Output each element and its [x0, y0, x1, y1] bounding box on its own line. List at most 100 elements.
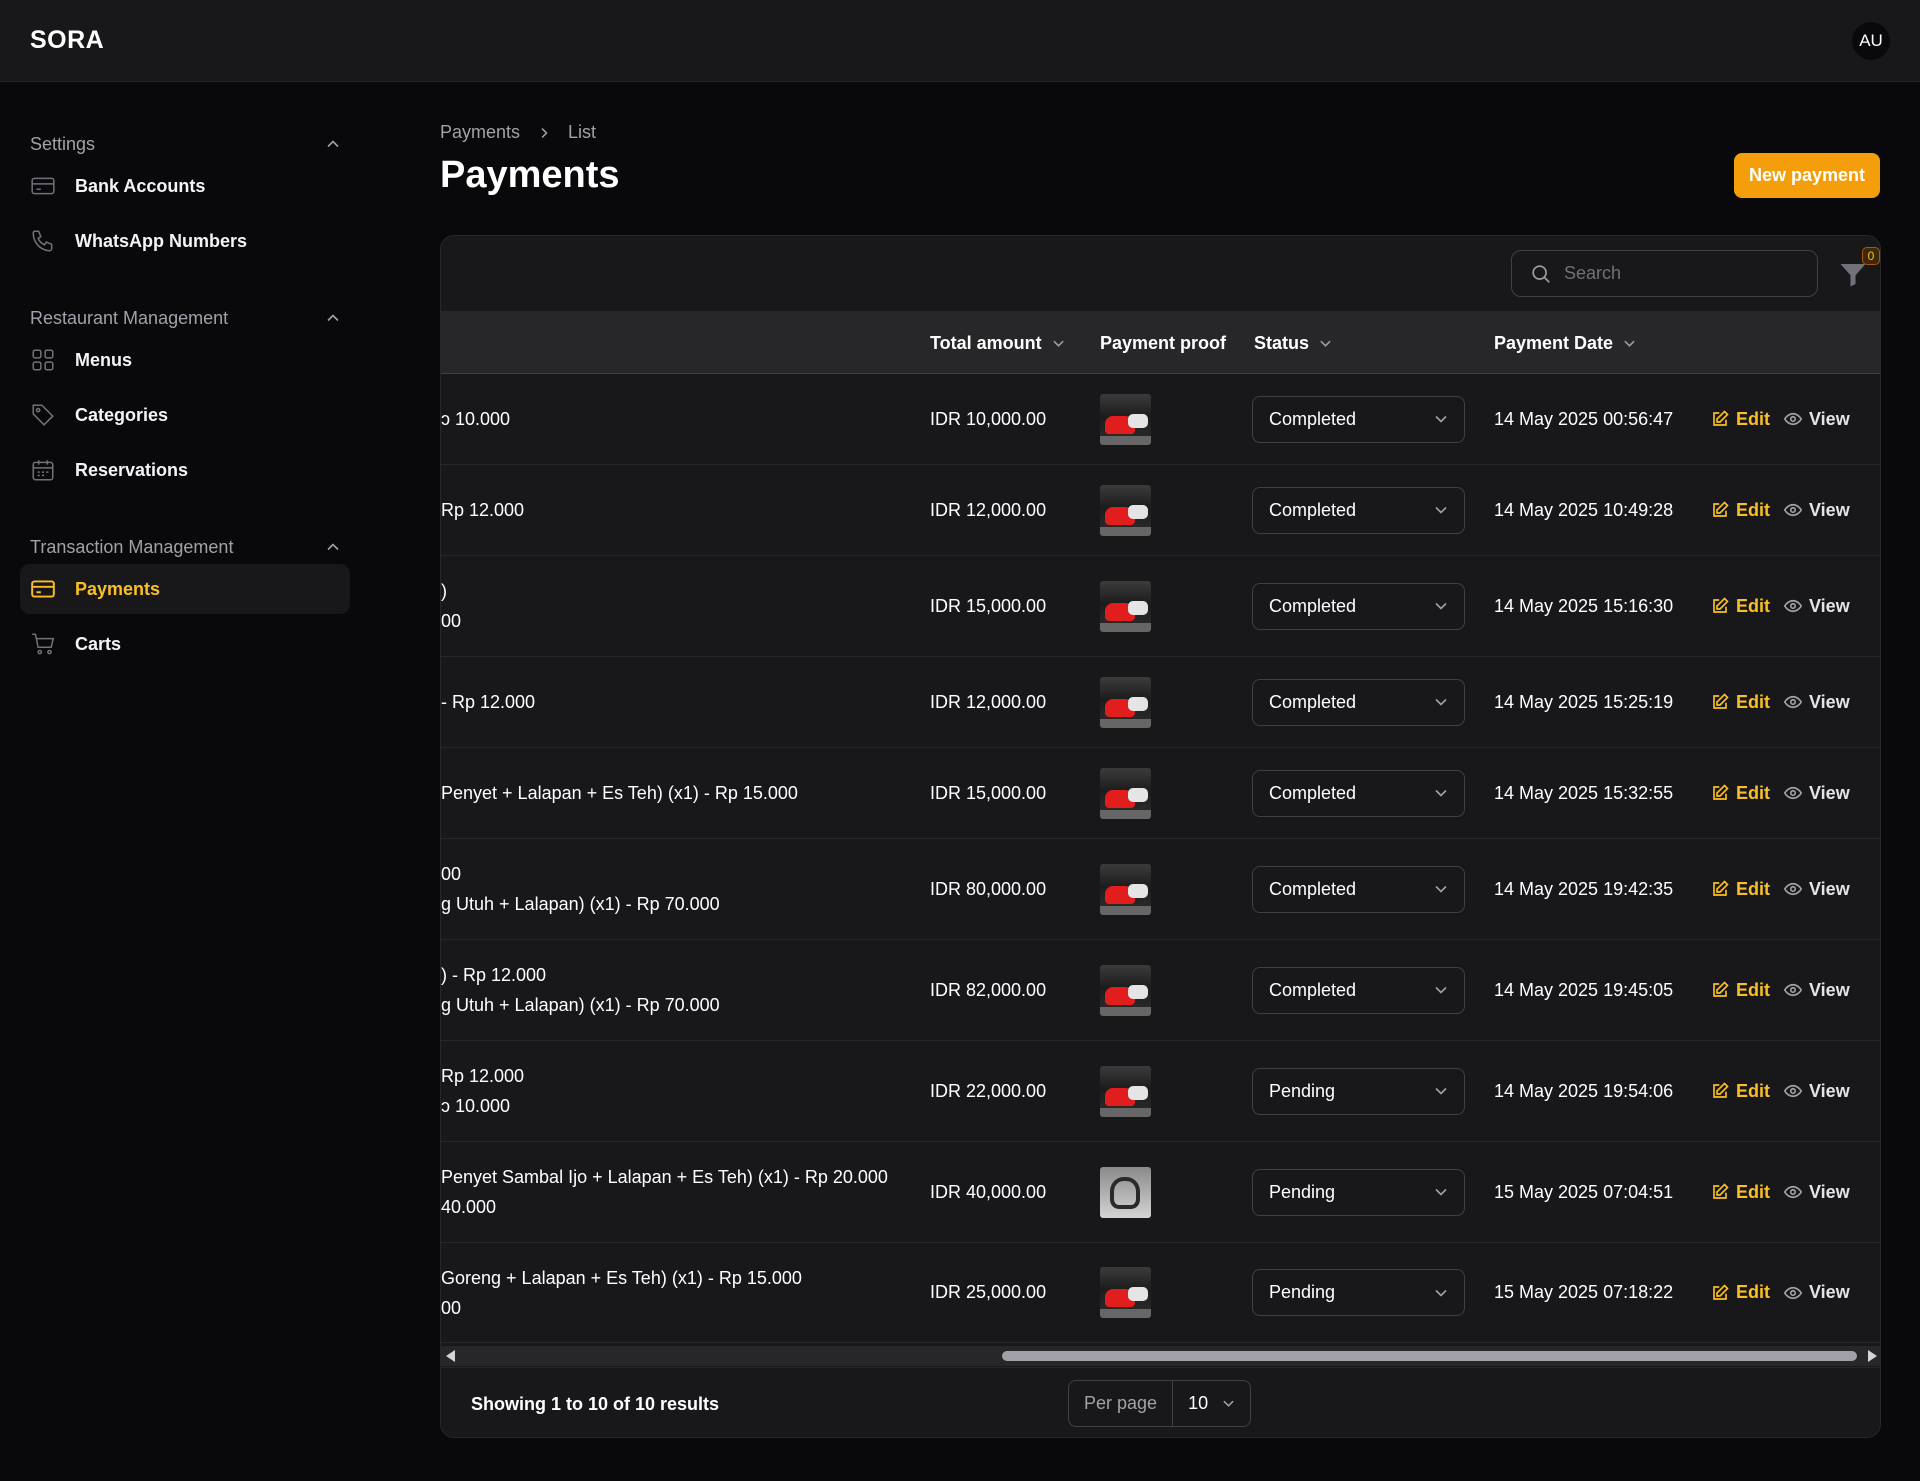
brand-logo[interactable]: SORA [30, 26, 104, 55]
new-payment-button[interactable]: New payment [1733, 153, 1880, 198]
status-select[interactable]: Completed [1252, 486, 1465, 534]
table-body: ɔ 10.000 IDR 10,000.00 Completed 14 May 202… [441, 374, 1880, 1343]
eye-icon [1784, 503, 1802, 517]
payment-proof-thumbnail[interactable] [1100, 676, 1151, 728]
order-item-text: Rp 12.000 [441, 1066, 525, 1086]
view-button[interactable]: View [1784, 409, 1850, 430]
chevron-up-icon[interactable] [326, 311, 340, 325]
per-page-label: Per page [1069, 1381, 1174, 1426]
status-select[interactable]: Completed [1252, 865, 1465, 913]
view-button[interactable]: View [1784, 500, 1850, 521]
table-row[interactable]: Rp 12.000 ɔ 10.000 IDR 22,000.00 Pending 14 … [441, 1041, 1880, 1142]
page-title: Payments [440, 154, 620, 196]
table-row[interactable]: Rp 12.000 IDR 12,000.00 Completed 14 May 20… [441, 465, 1880, 556]
status-select[interactable]: Pending [1252, 1168, 1465, 1216]
payment-proof-thumbnail[interactable] [1100, 1065, 1151, 1117]
view-button[interactable]: View [1784, 980, 1850, 1001]
filter-button[interactable]: 0 [1838, 246, 1880, 289]
edit-button[interactable]: Edit [1711, 980, 1770, 1001]
edit-button[interactable]: Edit [1711, 879, 1770, 900]
chevron-up-icon[interactable] [326, 137, 340, 151]
edit-button[interactable]: Edit [1711, 1282, 1770, 1303]
chevron-up-icon[interactable] [326, 540, 340, 554]
sidebar-item-whatsapp-numbers[interactable]: WhatsApp Numbers [20, 216, 350, 266]
payment-proof-thumbnail[interactable] [1100, 767, 1151, 819]
payment-proof-thumbnail[interactable] [1100, 1166, 1151, 1218]
payment-proof-thumbnail[interactable] [1100, 863, 1151, 915]
table-row[interactable]: 00 g Utuh + Lalapan) (x1) - Rp 70.000 IDR … [441, 839, 1880, 940]
ground-image-shape [1100, 1006, 1151, 1016]
payment-proof-thumbnail[interactable] [1100, 393, 1151, 445]
status-select[interactable]: Completed [1252, 395, 1465, 443]
view-button[interactable]: View [1784, 692, 1850, 713]
payment-proof-thumbnail[interactable] [1100, 1267, 1151, 1318]
status-cell: Completed [1252, 839, 1465, 939]
sidebar-group-label: Transaction Management [30, 536, 234, 557]
status-select[interactable]: Completed [1252, 769, 1465, 817]
payment-date-cell: 14 May 2025 19:42:35 [1494, 878, 1674, 899]
per-page-value-wrap[interactable]: 10 [1173, 1393, 1250, 1414]
payment-proof-thumbnail[interactable] [1100, 964, 1151, 1016]
table-row[interactable]: ) - Rp 12.000 g Utuh + Lalapan) (x1) - Rp… [441, 940, 1880, 1041]
search-input[interactable]: Search [1511, 250, 1818, 297]
status-select[interactable]: Pending [1252, 1067, 1465, 1115]
results-summary: Showing 1 to 10 of 10 results [471, 1393, 720, 1414]
sidebar-group-label: Settings [30, 133, 96, 154]
status-select[interactable]: Completed [1252, 678, 1465, 726]
edit-button[interactable]: Edit [1711, 409, 1770, 430]
sidebar-item-payments[interactable]: Payments [20, 564, 350, 614]
sidebar-item-carts[interactable]: Carts [20, 619, 350, 669]
order-item-text: Rp 12.000 [441, 500, 525, 520]
view-button[interactable]: View [1784, 1282, 1850, 1303]
edit-button[interactable]: Edit [1711, 1081, 1770, 1102]
view-button[interactable]: View [1784, 1182, 1850, 1203]
table-row[interactable]: ɔ 10.000 IDR 10,000.00 Completed 14 May 202… [441, 374, 1880, 465]
grid-icon [32, 349, 54, 371]
payment-proof-thumbnail[interactable] [1100, 580, 1151, 632]
edit-button[interactable]: Edit [1711, 692, 1770, 713]
horizontal-scrollbar[interactable] [441, 1346, 1880, 1366]
sidebar-group-header[interactable]: Settings [20, 132, 350, 156]
sidebar-item-reservations[interactable]: Reservations [20, 445, 350, 495]
sidebar-item-menus[interactable]: Menus [20, 335, 350, 385]
table-row[interactable]: ) 00 IDR 15,000.00 Completed 14 May 2025 15:… [441, 556, 1880, 657]
scroll-left-arrow-icon[interactable] [446, 1350, 455, 1362]
table-row[interactable]: - Rp 12.000 IDR 12,000.00 Completed 14 May … [441, 657, 1880, 748]
ground-image-shape [1100, 718, 1151, 728]
payment-proof-thumbnail[interactable] [1100, 484, 1151, 536]
edit-button[interactable]: Edit [1711, 783, 1770, 804]
edit-button[interactable]: Edit [1711, 500, 1770, 521]
column-header-payment-date[interactable]: Payment Date [1494, 312, 1636, 374]
view-button[interactable]: View [1784, 1081, 1850, 1102]
status-select[interactable]: Completed [1252, 966, 1465, 1014]
column-label: Total amount [930, 332, 1042, 353]
sidebar-group-header[interactable]: Transaction Management [20, 535, 350, 559]
scrollbar-thumb[interactable] [1002, 1351, 1857, 1361]
edit-button[interactable]: Edit [1711, 596, 1770, 617]
order-items-cell: Penyet + Lalapan + Es Teh) (x1) - Rp 15.… [441, 748, 911, 838]
status-select[interactable]: Completed [1252, 582, 1465, 630]
user-avatar[interactable]: AU [1852, 21, 1890, 60]
column-header-total-amount[interactable]: Total amount [930, 312, 1065, 374]
search-icon [1532, 264, 1550, 283]
per-page-select[interactable]: Per page 10 [1068, 1380, 1252, 1427]
sidebar-group-header[interactable]: Restaurant Management [20, 306, 350, 330]
view-button[interactable]: View [1784, 879, 1850, 900]
status-select[interactable]: Pending [1252, 1269, 1465, 1316]
sidebar-item-bank-accounts[interactable]: Bank Accounts [20, 161, 350, 211]
column-header-status[interactable]: Status [1254, 312, 1332, 374]
payment-proof-cell [1100, 1041, 1151, 1141]
table-row[interactable]: Penyet Sambal Ijo + Lalapan + Es Teh) (x… [441, 1142, 1880, 1243]
row-actions: Edit View [1711, 748, 1850, 838]
breadcrumb-parent[interactable]: Payments [440, 122, 520, 143]
sidebar-item-categories[interactable]: Categories [20, 390, 350, 440]
view-button[interactable]: View [1784, 596, 1850, 617]
table-row[interactable]: Goreng + Lalapan + Es Teh) (x1) - Rp 15.… [441, 1243, 1880, 1343]
view-button[interactable]: View [1784, 783, 1850, 804]
scroll-right-arrow-icon[interactable] [1868, 1350, 1877, 1362]
payment-proof-cell [1100, 940, 1151, 1040]
table-row[interactable]: Penyet + Lalapan + Es Teh) (x1) - Rp 15.… [441, 748, 1880, 839]
status-cell: Completed [1252, 657, 1465, 747]
edit-label: Edit [1736, 782, 1770, 803]
edit-button[interactable]: Edit [1711, 1182, 1770, 1203]
